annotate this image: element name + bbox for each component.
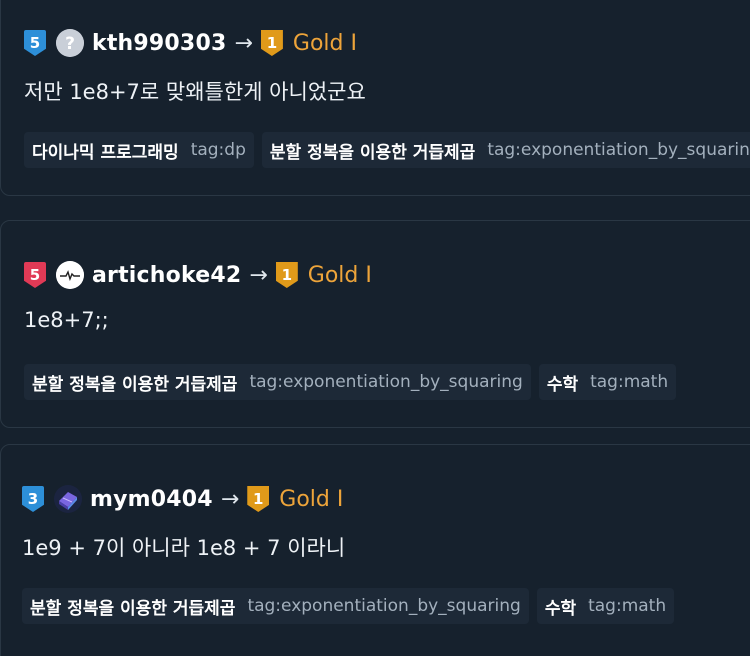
- gold-tier-icon: 1: [260, 30, 283, 56]
- tag-chip[interactable]: 다이나믹 프로그래밍 tag:dp: [24, 132, 254, 168]
- tag-key: tag:math: [588, 596, 667, 616]
- comment-feed: 5 ? kth990303 → 1 Gold I 저만 1e8+7로 맞왜틀한게…: [0, 0, 750, 656]
- tag-key: tag:math: [590, 372, 669, 392]
- avatar[interactable]: [56, 261, 84, 289]
- comment-header: 5 ? kth990303 → 1 Gold I: [24, 28, 357, 58]
- arrow-icon: →: [234, 30, 253, 56]
- tag-name: 분할 정복을 이용한 거듭제곱: [32, 374, 238, 395]
- gem-avatar-icon: [54, 485, 82, 513]
- new-tier-label: Gold I: [279, 486, 344, 512]
- tag-chip[interactable]: 수학 tag:math: [536, 588, 675, 624]
- gold-tier-icon: 1: [275, 262, 298, 288]
- comment-text: 1e9 + 7이 아니라 1e8 + 7 이라니: [22, 536, 346, 560]
- tag-key: tag:exponentiation_by_squaring: [247, 596, 521, 616]
- tag-key: tag:exponentiation_by_squaring: [249, 372, 523, 392]
- tag-name: 수학: [546, 374, 579, 395]
- tag-name: 분할 정복을 이용한 거듭제곱: [269, 142, 476, 163]
- comment-text: 1e8+7;;: [24, 308, 109, 332]
- avatar[interactable]: ?: [56, 29, 84, 57]
- gold-tier-icon: 1: [247, 486, 270, 512]
- arrow-icon: →: [220, 486, 240, 512]
- tag-chip[interactable]: 수학 tag:math: [538, 364, 677, 400]
- tag-chip[interactable]: 분할 정복을 이용한 거듭제곱 tag:exponentiation_by_sq…: [22, 588, 529, 624]
- tag-key: tag:exponentiation_by_squaring: [487, 140, 750, 160]
- new-tier-label: Gold I: [307, 262, 372, 288]
- heartbeat-avatar-icon: [56, 261, 84, 289]
- tier-badge-icon: 5: [24, 30, 46, 56]
- tag-name: 다이나믹 프로그래밍: [32, 142, 179, 163]
- new-tier-label: Gold I: [292, 30, 357, 56]
- tag-list: 다이나믹 프로그래밍 tag:dp 분할 정복을 이용한 거듭제곱 tag:ex…: [24, 132, 750, 168]
- comment-header: 3 mym0404 → 1 Gold I: [22, 484, 343, 514]
- tag-chip[interactable]: 분할 정복을 이용한 거듭제곱 tag:exponentiation_by_sq…: [261, 132, 750, 168]
- tag-list: 분할 정복을 이용한 거듭제곱 tag:exponentiation_by_sq…: [22, 588, 682, 624]
- tag-chip[interactable]: 분할 정복을 이용한 거듭제곱 tag:exponentiation_by_sq…: [24, 364, 531, 400]
- question-circle-icon: ?: [56, 29, 84, 57]
- comment-header: 5 artichoke42 → 1 Gold I: [24, 260, 372, 290]
- username-link[interactable]: artichoke42: [92, 263, 241, 288]
- tier-badge-icon: 3: [22, 486, 44, 512]
- username-link[interactable]: mym0404: [90, 487, 213, 512]
- username-link[interactable]: kth990303: [92, 31, 226, 56]
- svg-text:?: ?: [65, 34, 75, 54]
- avatar[interactable]: [54, 485, 82, 513]
- comment-text: 저만 1e8+7로 맞왜틀한게 아니었군요: [24, 80, 366, 104]
- tag-name: 수학: [544, 598, 577, 619]
- arrow-icon: →: [249, 262, 268, 288]
- tier-badge-icon: 5: [24, 262, 46, 288]
- tag-list: 분할 정복을 이용한 거듭제곱 tag:exponentiation_by_sq…: [24, 364, 684, 400]
- tag-key: tag:dp: [190, 140, 246, 160]
- tag-name: 분할 정복을 이용한 거듭제곱: [30, 598, 236, 619]
